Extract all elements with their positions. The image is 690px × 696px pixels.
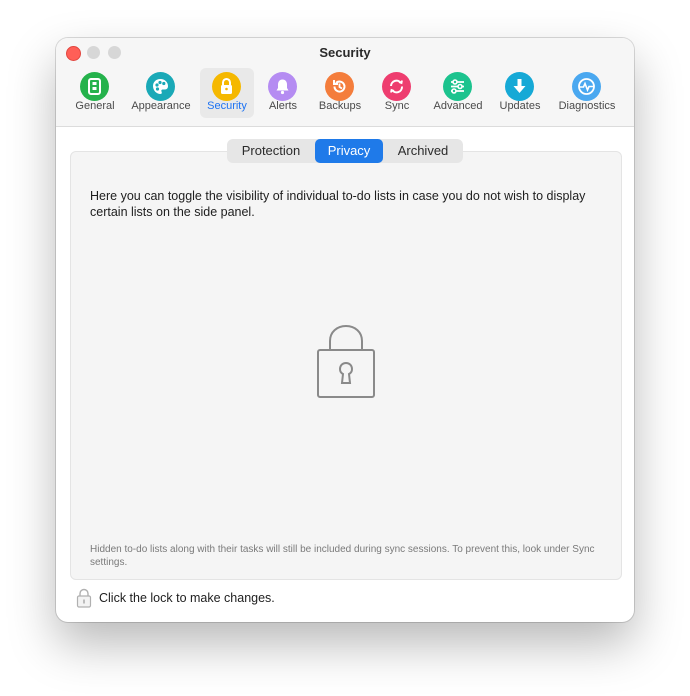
- tab-privacy[interactable]: Privacy: [315, 139, 383, 163]
- tab-protection[interactable]: Protection: [227, 139, 315, 163]
- toolbar-item-sync[interactable]: Sync: [376, 68, 418, 118]
- locked-padlock-icon: [316, 323, 376, 399]
- toolbar-item-security[interactable]: Security: [200, 68, 254, 118]
- toolbar-label-backups: Backups: [318, 100, 362, 112]
- lock-row: Click the lock to make changes.: [76, 588, 376, 608]
- tab-archived[interactable]: Archived: [383, 139, 463, 163]
- toolbar-label-sync: Sync: [384, 100, 410, 112]
- toolbar-item-diagnostics[interactable]: Diagnostics: [552, 68, 622, 118]
- sync-footnote: Hidden to-do lists along with their task…: [90, 544, 595, 568]
- toolbar-item-appearance[interactable]: Appearance: [126, 68, 196, 118]
- toolbar-label-general: General: [75, 100, 115, 112]
- toolbar-item-general[interactable]: General: [68, 68, 122, 118]
- toolbar-item-advanced[interactable]: Advanced: [428, 68, 488, 118]
- privacy-description: Here you can toggle the visibility of in…: [90, 189, 586, 219]
- titlebar: Security General Appearance Security Ale…: [56, 38, 634, 127]
- bell-icon: [268, 72, 297, 101]
- sliders-icon: [443, 72, 472, 101]
- toolbar-label-diagnostics: Diagnostics: [558, 100, 616, 112]
- diagnostics-icon: [572, 72, 601, 101]
- tab-segmented-control: Protection Privacy Archived: [227, 139, 463, 163]
- lock-toggle-icon[interactable]: [76, 588, 92, 608]
- toolbar-item-updates[interactable]: Updates: [494, 68, 546, 118]
- lock-instruction: Click the lock to make changes.: [99, 591, 275, 605]
- sync-icon: [382, 72, 411, 101]
- toolbar-label-advanced: Advanced: [433, 100, 483, 112]
- toolbar-label-alerts: Alerts: [268, 100, 298, 112]
- window-title: Security: [319, 45, 371, 60]
- general-icon: [80, 72, 109, 101]
- preferences-toolbar: General Appearance Security Alerts Backu…: [56, 68, 634, 124]
- download-icon: [505, 72, 534, 101]
- toolbar-label-updates: Updates: [499, 100, 541, 112]
- toolbar-item-backups[interactable]: Backups: [312, 68, 368, 118]
- preferences-window: Security General Appearance Security Ale…: [56, 38, 634, 622]
- toolbar-item-alerts[interactable]: Alerts: [260, 68, 306, 118]
- backup-icon: [325, 72, 354, 101]
- palette-icon: [146, 72, 175, 101]
- lock-icon: [212, 72, 241, 101]
- toolbar-label-appearance: Appearance: [131, 100, 191, 112]
- toolbar-label-security: Security: [207, 100, 247, 112]
